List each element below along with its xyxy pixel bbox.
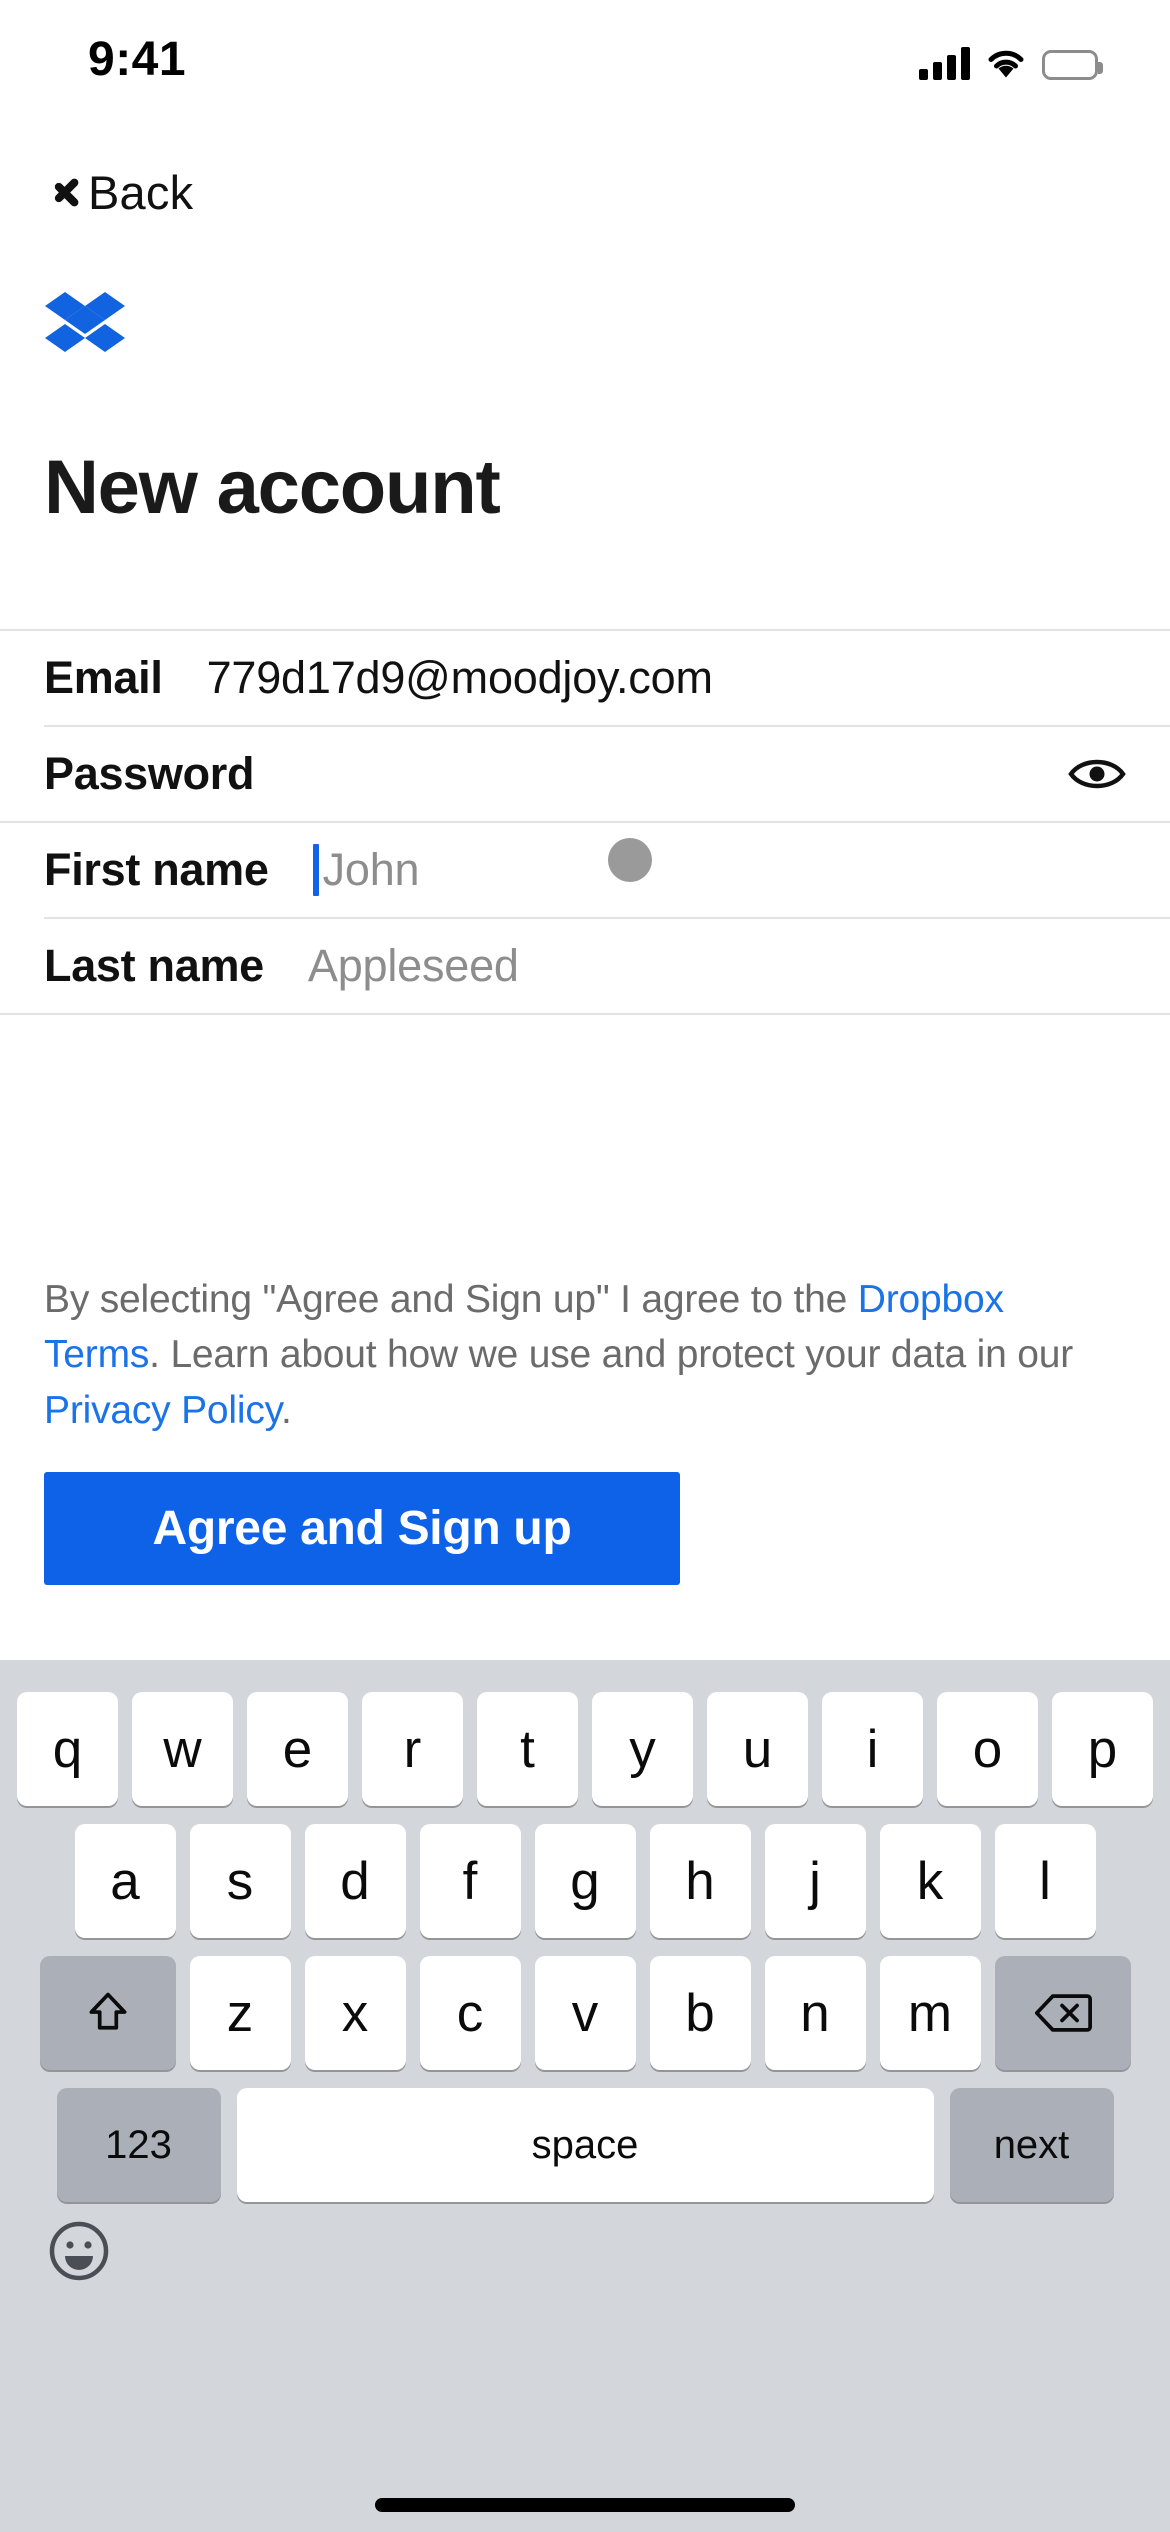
key-e[interactable]: e	[247, 1692, 348, 1806]
status-bar-time: 9:41	[88, 33, 187, 86]
keyboard-utility-row	[0, 2202, 1170, 2352]
chevron-left-icon	[38, 169, 72, 215]
last-name-field-row[interactable]: Last name Appleseed	[0, 919, 1170, 1013]
key-m[interactable]: m	[879, 1956, 981, 2070]
back-button[interactable]: Back	[38, 152, 193, 232]
key-o[interactable]: o	[937, 1692, 1038, 1806]
last-name-field-label: Last name	[44, 940, 264, 991]
key-a[interactable]: a	[74, 1824, 176, 1938]
agree-and-sign-up-button[interactable]: Agree and Sign up	[44, 1472, 680, 1585]
key-y[interactable]: y	[592, 1692, 693, 1806]
back-button-label: Back	[88, 165, 194, 219]
return-next-key[interactable]: next	[949, 2088, 1114, 2202]
home-indicator-bar	[375, 2498, 795, 2512]
space-key[interactable]: space	[236, 2088, 934, 2202]
password-field-row[interactable]: Password	[0, 727, 1170, 821]
legal-text-part2: . Learn about how we use and protect you…	[149, 1333, 1074, 1377]
first-name-field-label: First name	[44, 844, 269, 895]
divider-bottom	[0, 1013, 1170, 1015]
numbers-key[interactable]: 123	[56, 2088, 221, 2202]
battery-full-icon	[1042, 50, 1103, 80]
dropbox-logo-icon	[45, 288, 125, 368]
cellular-signal-icon	[919, 46, 970, 80]
key-u[interactable]: u	[707, 1692, 808, 1806]
password-field-label: Password	[44, 748, 255, 799]
key-k[interactable]: k	[879, 1824, 981, 1938]
key-r[interactable]: r	[362, 1692, 463, 1806]
first-name-input[interactable]: John	[312, 838, 652, 896]
key-p[interactable]: p	[1052, 1692, 1153, 1806]
key-d[interactable]: d	[304, 1824, 406, 1938]
backspace-delete-icon[interactable]	[994, 1956, 1131, 2070]
key-z[interactable]: z	[189, 1956, 291, 2070]
key-f[interactable]: f	[419, 1824, 521, 1938]
email-field-label: Email	[44, 652, 163, 703]
legal-text-part1: By selecting "Agree and Sign up" I agree…	[44, 1278, 858, 1321]
legal-text-part3: .	[281, 1388, 292, 1432]
keyboard-row-4: 123 space next	[0, 2070, 1170, 2202]
page-title: New account	[44, 445, 501, 530]
first-name-placeholder: John	[322, 844, 420, 895]
privacy-policy-link[interactable]: Privacy Policy	[44, 1389, 281, 1432]
key-q[interactable]: q	[17, 1692, 118, 1806]
key-g[interactable]: g	[534, 1824, 636, 1938]
text-caret	[312, 844, 319, 896]
key-t[interactable]: t	[477, 1692, 578, 1806]
key-x[interactable]: x	[304, 1956, 406, 2070]
keyboard-row-2: a s d f g h j k l	[0, 1806, 1170, 1938]
key-c[interactable]: c	[419, 1956, 521, 2070]
navigation-bar: Back	[0, 152, 1170, 242]
on-screen-keyboard: q w e r t y u i o p a s d f g h j k l z …	[0, 1660, 1170, 2532]
key-n[interactable]: n	[764, 1956, 866, 2070]
status-bar-indicators	[919, 40, 1103, 80]
emoji-smiley-icon[interactable]	[48, 2220, 110, 2282]
key-w[interactable]: w	[132, 1692, 233, 1806]
last-name-placeholder: Appleseed	[307, 940, 519, 991]
legal-disclaimer: By selecting "Agree and Sign up" I agree…	[44, 1272, 1126, 1438]
phone-screen: 9:41 Back New account Email 779d17d9@moo…	[0, 0, 1170, 2532]
email-field-value: 779d17d9@moodjoy.com	[206, 652, 713, 703]
first-name-field-row[interactable]: First name John	[0, 823, 1170, 917]
key-v[interactable]: v	[534, 1956, 636, 2070]
key-b[interactable]: b	[649, 1956, 751, 2070]
eye-show-password-icon[interactable]	[1068, 754, 1126, 794]
shift-arrow-up-icon[interactable]	[39, 1956, 176, 2070]
touch-indicator-dot	[607, 838, 652, 882]
key-i[interactable]: i	[822, 1692, 923, 1806]
key-j[interactable]: j	[764, 1824, 866, 1938]
wifi-icon	[986, 46, 1026, 80]
status-bar: 9:41	[0, 0, 1170, 132]
keyboard-row-1: q w e r t y u i o p	[0, 1660, 1170, 1806]
email-field-row[interactable]: Email 779d17d9@moodjoy.com	[0, 631, 1170, 725]
keyboard-row-3: z x c v b n m	[0, 1938, 1170, 2070]
key-s[interactable]: s	[189, 1824, 291, 1938]
signup-form: Email 779d17d9@moodjoy.com Password Firs…	[0, 629, 1170, 1015]
key-h[interactable]: h	[649, 1824, 751, 1938]
key-l[interactable]: l	[994, 1824, 1096, 1938]
